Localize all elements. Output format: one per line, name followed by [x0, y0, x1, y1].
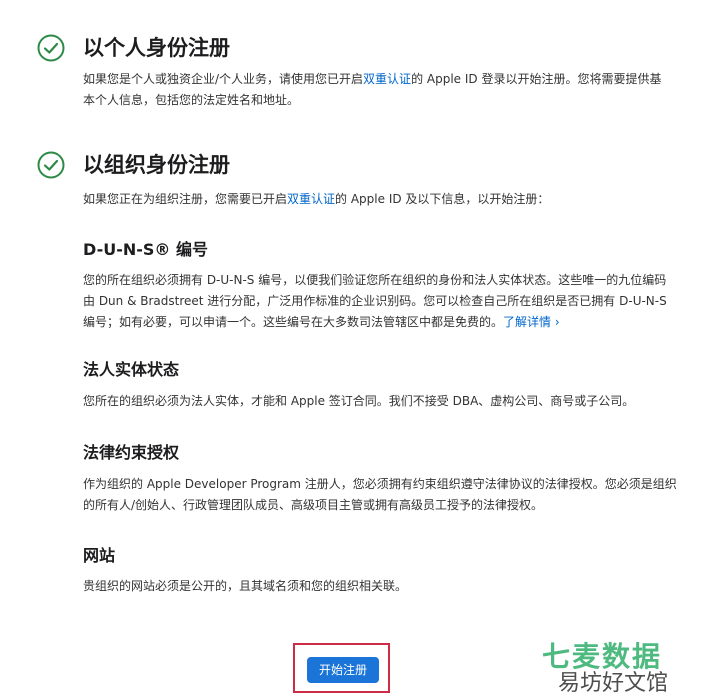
website-description: 贵组织的网站必须是公开的，且其域名须和您的组织相关联。 [83, 579, 408, 593]
watermark-logo: 七麦数据 易坊好文馆 [542, 640, 668, 694]
organization-desc-before: 如果您正在为组织注册，您需要已开启 [83, 192, 288, 206]
legal-entity-description: 您所在的组织必须为法人实体，才能和 Apple 签订合同。我们不接受 DBA、虚… [83, 394, 635, 408]
learn-more-link[interactable]: 了解详情 › [503, 315, 560, 329]
duns-description: 您的所在组织必须拥有 D-U-N-S 编号，以便我们验证您所在组织的身份和法人实… [83, 270, 673, 333]
two-factor-link[interactable]: 双重认证 [287, 192, 335, 206]
organization-description: 如果您正在为组织注册，您需要已开启双重认证的 Apple ID 及以下信息，以开… [83, 189, 683, 210]
cta-highlight-frame: 开始注册 [293, 643, 390, 693]
organization-desc-after: 的 Apple ID 及以下信息，以开始注册： [335, 192, 550, 206]
watermark-bottom-text: 易坊好文馆 [558, 671, 668, 694]
individual-title: 以个人身份注册 [83, 36, 230, 60]
organization-title: 以组织身份注册 [83, 153, 230, 177]
start-enrollment-button[interactable]: 开始注册 [307, 657, 379, 683]
check-circle-icon [37, 151, 65, 179]
two-factor-link[interactable]: 双重认证 [363, 72, 411, 86]
legal-entity-title: 法人实体状态 [83, 360, 180, 379]
check-circle-icon [37, 34, 65, 62]
duns-title: D-U-N-S® 编号 [83, 240, 208, 259]
watermark-top-text: 七麦数据 [542, 640, 662, 673]
legal-authority-title: 法律约束授权 [83, 443, 180, 462]
individual-description: 如果您是个人或独资企业/个人业务，请使用您已开启双重认证的 Apple ID 登… [83, 69, 673, 111]
duns-desc-text: 您的所在组织必须拥有 D-U-N-S 编号，以便我们验证您所在组织的身份和法人实… [83, 273, 667, 329]
legal-authority-description: 作为组织的 Apple Developer Program 注册人，您必须拥有约… [83, 477, 677, 512]
website-title: 网站 [83, 546, 116, 565]
individual-desc-before: 如果您是个人或独资企业/个人业务，请使用您已开启 [83, 72, 364, 86]
